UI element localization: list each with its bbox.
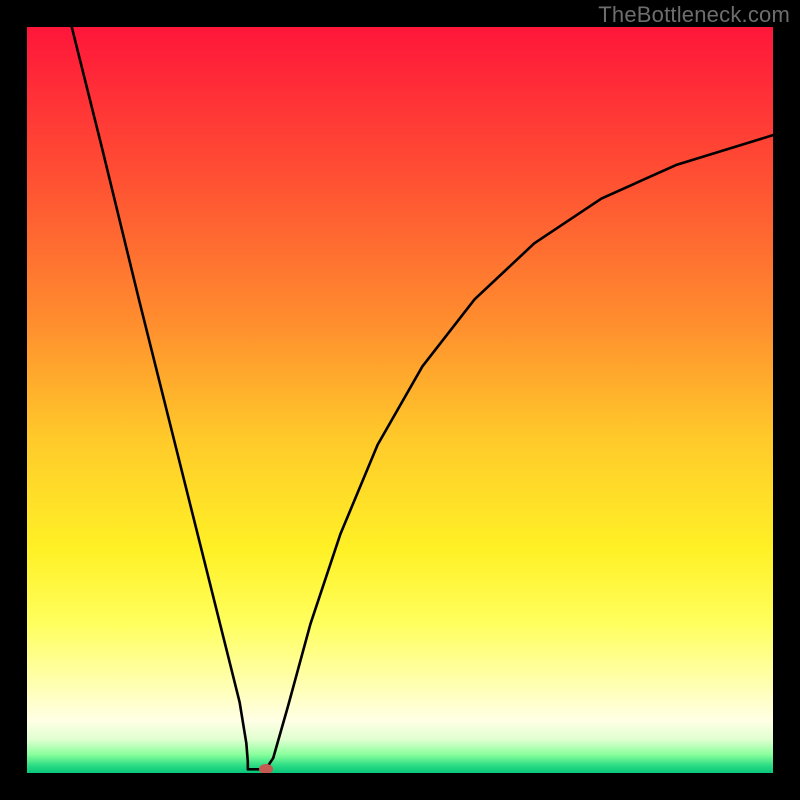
optimal-point-marker bbox=[259, 764, 273, 773]
chart-frame: TheBottleneck.com bbox=[0, 0, 800, 800]
watermark-text: TheBottleneck.com bbox=[598, 2, 790, 28]
chart-line bbox=[27, 27, 773, 773]
plot-area bbox=[27, 27, 773, 773]
